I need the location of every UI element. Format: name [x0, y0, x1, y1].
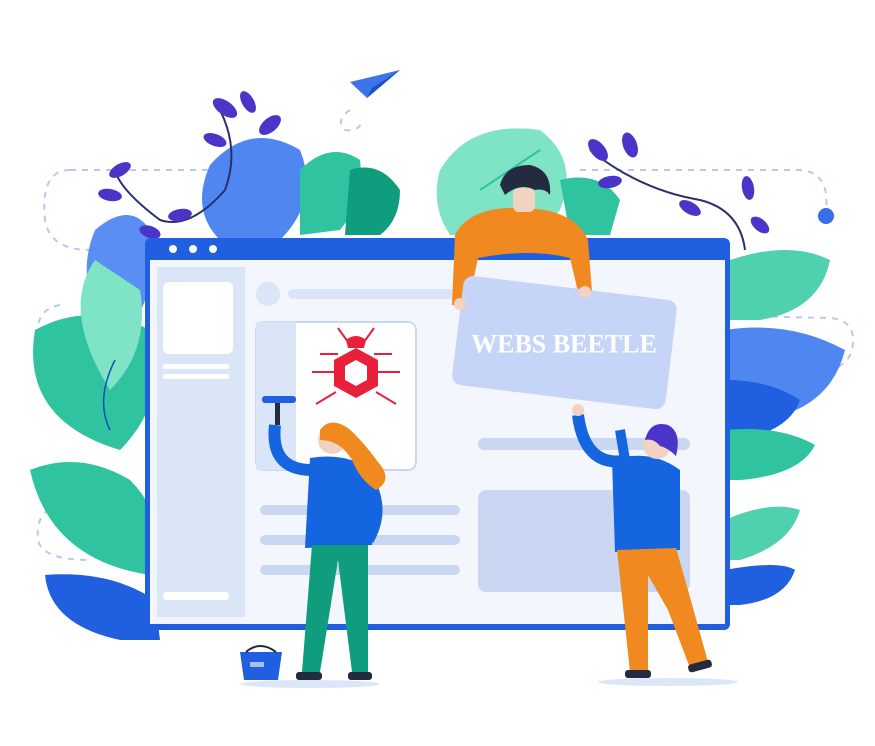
avatar-placeholder	[256, 282, 280, 306]
hand	[579, 286, 591, 298]
window-dot	[209, 245, 217, 253]
ground-shadow	[598, 678, 738, 686]
sign-label: WEBS BEETLE	[471, 329, 657, 358]
squeegee-icon	[262, 396, 296, 403]
window-dot	[169, 245, 177, 253]
sidebar-card	[163, 282, 233, 354]
ground-shadow	[240, 680, 380, 688]
foliage-right	[725, 250, 845, 605]
paper-plane-icon	[350, 70, 400, 98]
paint-bucket-icon	[240, 645, 282, 680]
illustration-canvas: WEBS BEETLE	[30, 70, 854, 688]
window-dot	[189, 245, 197, 253]
hand	[454, 298, 466, 310]
vine-right	[588, 132, 770, 251]
